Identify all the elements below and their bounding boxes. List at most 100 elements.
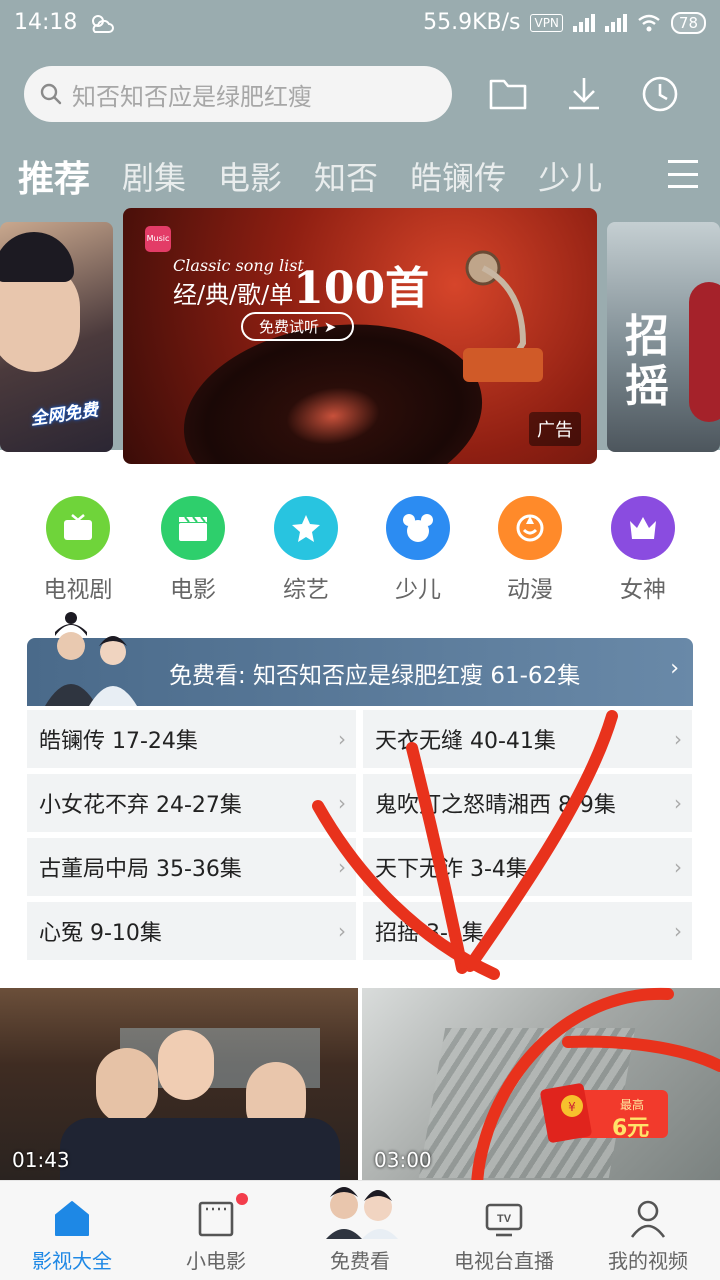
video-duration: 03:00: [374, 1148, 432, 1172]
banner-title: 经/典/歌/单100首: [173, 252, 429, 316]
episode-label: 天下无诈 3-4集: [375, 857, 528, 882]
status-bar: 14:18 55.9KB/s VPN 78: [0, 0, 720, 50]
tv-icon: [46, 496, 110, 560]
chevron-right-icon: ›: [670, 656, 679, 681]
download-icon[interactable]: [562, 72, 606, 116]
svg-text:¥: ¥: [568, 1100, 576, 1114]
tabs-menu-icon[interactable]: [668, 160, 698, 188]
banner-left-slide[interactable]: 全网免费: [0, 222, 113, 452]
folder-icon[interactable]: [486, 72, 530, 116]
tonearm-icon: [463, 250, 543, 382]
user-icon: [630, 1200, 666, 1238]
signal-hd-icon: [604, 13, 627, 32]
search-placeholder: 知否知否应是绿肥红瘦: [72, 82, 312, 111]
category-tabs: 推荐 剧集 电影 知否 皓镧传 少儿: [18, 150, 634, 202]
episode-label: 鬼吹灯之怒晴湘西 8-9集: [375, 793, 616, 818]
category-label: 女神: [620, 577, 666, 603]
episode-item[interactable]: 古董局中局 35-36集 ›: [27, 838, 356, 896]
actor-figure: [689, 282, 720, 422]
red-packet-coupon[interactable]: ¥ 最高 6元: [540, 1080, 670, 1146]
category-kids[interactable]: 少儿: [368, 496, 468, 604]
people-bodies: [60, 1118, 340, 1180]
banner-right-slide[interactable]: 招摇: [607, 222, 720, 452]
drama-cast-avatar: [326, 1187, 398, 1239]
vpn-badge: VPN: [530, 13, 563, 32]
search-icon: [40, 83, 62, 105]
nav-short-films[interactable]: 小电影: [144, 1181, 288, 1280]
tab-haolanzhuan[interactable]: 皓镧传: [410, 153, 506, 199]
clapperboard-icon: [161, 496, 225, 560]
status-time: 14:18: [14, 10, 78, 35]
category-anime[interactable]: 动漫: [480, 496, 580, 604]
tab-zhifou[interactable]: 知否: [314, 153, 378, 199]
episode-label: 皓镧传 17-24集: [39, 729, 198, 754]
tab-kids[interactable]: 少儿: [538, 153, 602, 199]
category-variety[interactable]: 综艺: [256, 496, 356, 604]
chevron-right-icon: ›: [338, 791, 346, 815]
anime-icon: [498, 496, 562, 560]
category-label: 电影: [170, 577, 216, 603]
category-label: 电视剧: [43, 577, 113, 603]
nav-label: 免费看: [330, 1249, 390, 1273]
free-listen-button[interactable]: 免费试听 ➤: [241, 312, 355, 341]
signal-icon: [572, 13, 595, 32]
battery-indicator: 78: [670, 11, 706, 34]
home-icon: [55, 1201, 89, 1236]
chevron-right-icon: ›: [674, 727, 682, 751]
star-icon: [274, 496, 338, 560]
banner-ad[interactable]: Music Classic song list 经/典/歌/单100首 免费试听…: [123, 208, 597, 464]
nav-label: 影视大全: [32, 1249, 112, 1273]
drama-cast-avatars: [45, 612, 137, 706]
banner-title-number: 100首: [293, 263, 430, 314]
tab-series[interactable]: 剧集: [122, 153, 186, 199]
chevron-right-icon: ›: [674, 791, 682, 815]
bottom-navigation: 影视大全 小电影 免费看 TV 电视台直播 我的视频: [0, 1180, 720, 1280]
chevron-right-icon: ›: [674, 919, 682, 943]
nav-home[interactable]: 影视大全: [0, 1181, 144, 1280]
video-thumbnail[interactable]: 01:43: [0, 988, 358, 1180]
chevron-right-icon: ›: [338, 727, 346, 751]
actor-hair: [0, 232, 74, 282]
nav-my-videos[interactable]: 我的视频: [576, 1181, 720, 1280]
category-goddess[interactable]: 女神: [593, 496, 693, 604]
tab-recommend[interactable]: 推荐: [18, 150, 90, 202]
tv-live-icon: TV: [485, 1203, 523, 1237]
category-tv-series[interactable]: 电视剧: [28, 496, 128, 604]
person-face: [96, 1048, 158, 1124]
crown-icon: [611, 496, 675, 560]
episode-item[interactable]: 天衣无缝 40-41集 ›: [363, 710, 692, 768]
episode-item[interactable]: 招摇 3-4集 ›: [363, 902, 692, 960]
episode-item[interactable]: 心冤 9-10集 ›: [27, 902, 356, 960]
episode-label: 小女花不弃 24-27集: [39, 793, 242, 818]
mouse-ears-icon: [386, 496, 450, 560]
nav-tv-live[interactable]: TV 电视台直播: [432, 1181, 576, 1280]
banner-title-prefix: 经/典/歌/单: [173, 281, 294, 309]
nav-label: 我的视频: [608, 1249, 688, 1273]
category-grid: 电视剧 电影 综艺 少儿 动漫 女神: [0, 496, 720, 606]
nav-free-watch[interactable]: 免费看: [288, 1181, 432, 1280]
chevron-right-icon: ›: [338, 855, 346, 879]
category-label: 少儿: [395, 577, 441, 603]
tab-movies[interactable]: 电影: [218, 153, 282, 199]
video-duration: 01:43: [12, 1148, 70, 1172]
episode-item[interactable]: 鬼吹灯之怒晴湘西 8-9集 ›: [363, 774, 692, 832]
nav-label: 电视台直播: [454, 1249, 554, 1273]
weather-icon: [92, 14, 115, 33]
banner-right-title: 招摇: [625, 311, 669, 412]
person-face: [158, 1030, 214, 1100]
category-label: 综艺: [283, 577, 329, 603]
search-input[interactable]: 知否知否应是绿肥红瘦: [24, 66, 452, 122]
svg-text:TV: TV: [497, 1213, 512, 1225]
music-logo: Music: [145, 226, 171, 252]
episode-item[interactable]: 皓镧传 17-24集 ›: [27, 710, 356, 768]
red-envelope-icon: ¥: [540, 1083, 592, 1143]
film-frame-icon: [198, 1201, 234, 1237]
free-watch-title: 免费看: 知否知否应是绿肥红瘦 61-62集: [169, 663, 581, 689]
category-movies[interactable]: 电影: [143, 496, 243, 604]
episode-item[interactable]: 小女花不弃 24-27集 ›: [27, 774, 356, 832]
episode-item[interactable]: 天下无诈 3-4集 ›: [363, 838, 692, 896]
history-icon[interactable]: [638, 72, 682, 116]
episode-label: 心冤 9-10集: [39, 921, 162, 946]
chevron-right-icon: ›: [674, 855, 682, 879]
wifi-icon: [638, 14, 660, 31]
